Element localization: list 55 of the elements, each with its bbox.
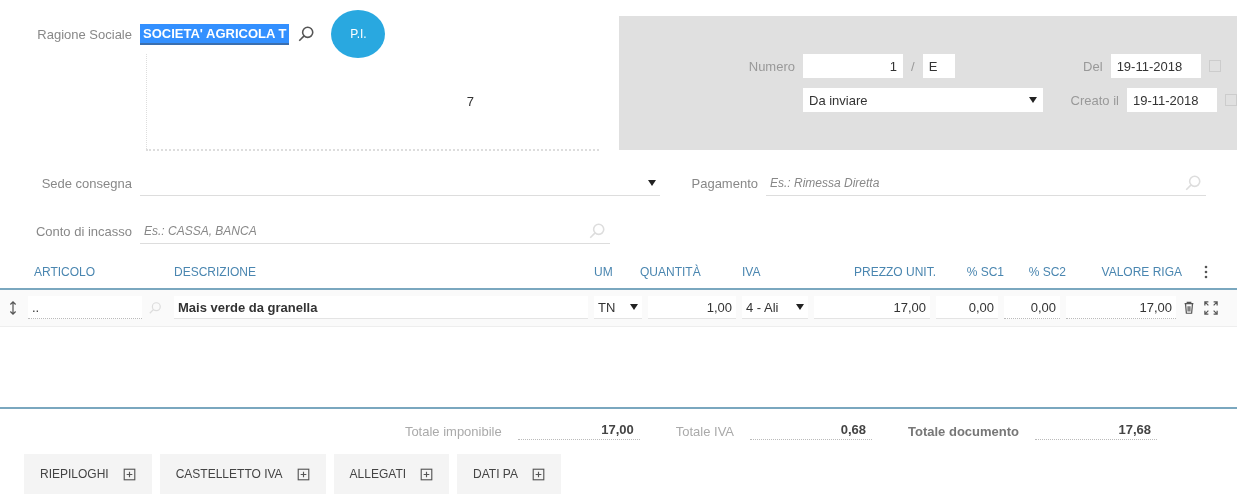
plus-icon bbox=[420, 467, 434, 481]
total-label: Totale IVA bbox=[675, 423, 734, 439]
caret-icon bbox=[796, 304, 804, 311]
field-label: Conto di incasso bbox=[34, 223, 132, 239]
column-header: VALORE RIGA bbox=[1100, 265, 1182, 280]
search-icon[interactable] bbox=[297, 25, 316, 43]
caret-icon bbox=[630, 304, 638, 311]
account-field[interactable]: Es.: CASSA, BANCA bbox=[140, 218, 610, 245]
column-header: IVA bbox=[742, 265, 762, 280]
field-label: Numero bbox=[747, 58, 795, 74]
field-label: Sede consegna bbox=[40, 175, 132, 191]
caret-icon bbox=[1029, 97, 1037, 103]
total-label: Totale documento bbox=[908, 423, 1019, 439]
total-value: 0,68 bbox=[750, 422, 872, 441]
plus-icon bbox=[122, 467, 136, 481]
date-field[interactable]: 19-11-2018 bbox=[1110, 54, 1201, 78]
column-header: QUANTITÀ bbox=[640, 265, 702, 280]
table-cell[interactable]: 0,00 bbox=[1004, 296, 1060, 320]
column-header: ARTICOLO bbox=[33, 265, 97, 280]
plus-icon bbox=[296, 467, 310, 481]
section-button[interactable]: DATI PA bbox=[457, 454, 561, 494]
table-cell[interactable]: .. bbox=[28, 296, 142, 320]
total-label: Totale imponibile bbox=[404, 423, 502, 439]
section-button[interactable]: CASTELLETTO IVA bbox=[159, 454, 326, 494]
address-text: 7 bbox=[466, 94, 474, 109]
total-value: 17,68 bbox=[1035, 422, 1157, 441]
expand-icon[interactable] bbox=[1204, 300, 1218, 315]
more-icon[interactable] bbox=[1204, 265, 1208, 280]
field-label: Ragione Sociale bbox=[36, 26, 132, 42]
field-label: Creato il bbox=[1069, 92, 1119, 108]
table-cell[interactable]: 17,00 bbox=[814, 296, 930, 320]
table-cell[interactable]: 1,00 bbox=[648, 296, 736, 320]
payment-field[interactable]: Es.: Rimessa Diretta bbox=[766, 170, 1206, 197]
total-value: 17,00 bbox=[517, 422, 640, 441]
table-cell: 17,00 bbox=[1066, 296, 1176, 320]
table-cell[interactable]: 0,00 bbox=[936, 296, 998, 320]
table-cell[interactable]: Mais verde da granella bbox=[174, 296, 588, 320]
series-field[interactable]: E bbox=[922, 54, 955, 78]
caret-icon bbox=[648, 179, 656, 186]
section-button[interactable]: RIEPILOGHI bbox=[24, 454, 152, 494]
column-header: DESCRIZIONE bbox=[174, 265, 257, 280]
field-label: Pagamento bbox=[690, 175, 758, 191]
trash-icon[interactable] bbox=[1182, 300, 1196, 315]
separator-text: / bbox=[911, 58, 915, 74]
column-header: % SC1 bbox=[965, 265, 1004, 280]
number-field[interactable]: 1 bbox=[803, 54, 903, 78]
column-header: PREZZO UNIT. bbox=[853, 265, 936, 280]
field-label: Del bbox=[1082, 58, 1103, 74]
plus-icon bbox=[532, 467, 545, 481]
section-button[interactable]: ALLEGATI bbox=[333, 454, 450, 494]
vat-dropdown[interactable]: 4 - Ali bbox=[742, 296, 808, 320]
column-header: % SC2 bbox=[1027, 265, 1066, 280]
status-dropdown[interactable]: Da inviare bbox=[803, 88, 1043, 112]
date-field[interactable]: 19-11-2018 bbox=[1127, 88, 1217, 112]
unit-dropdown[interactable]: TN bbox=[594, 296, 642, 320]
